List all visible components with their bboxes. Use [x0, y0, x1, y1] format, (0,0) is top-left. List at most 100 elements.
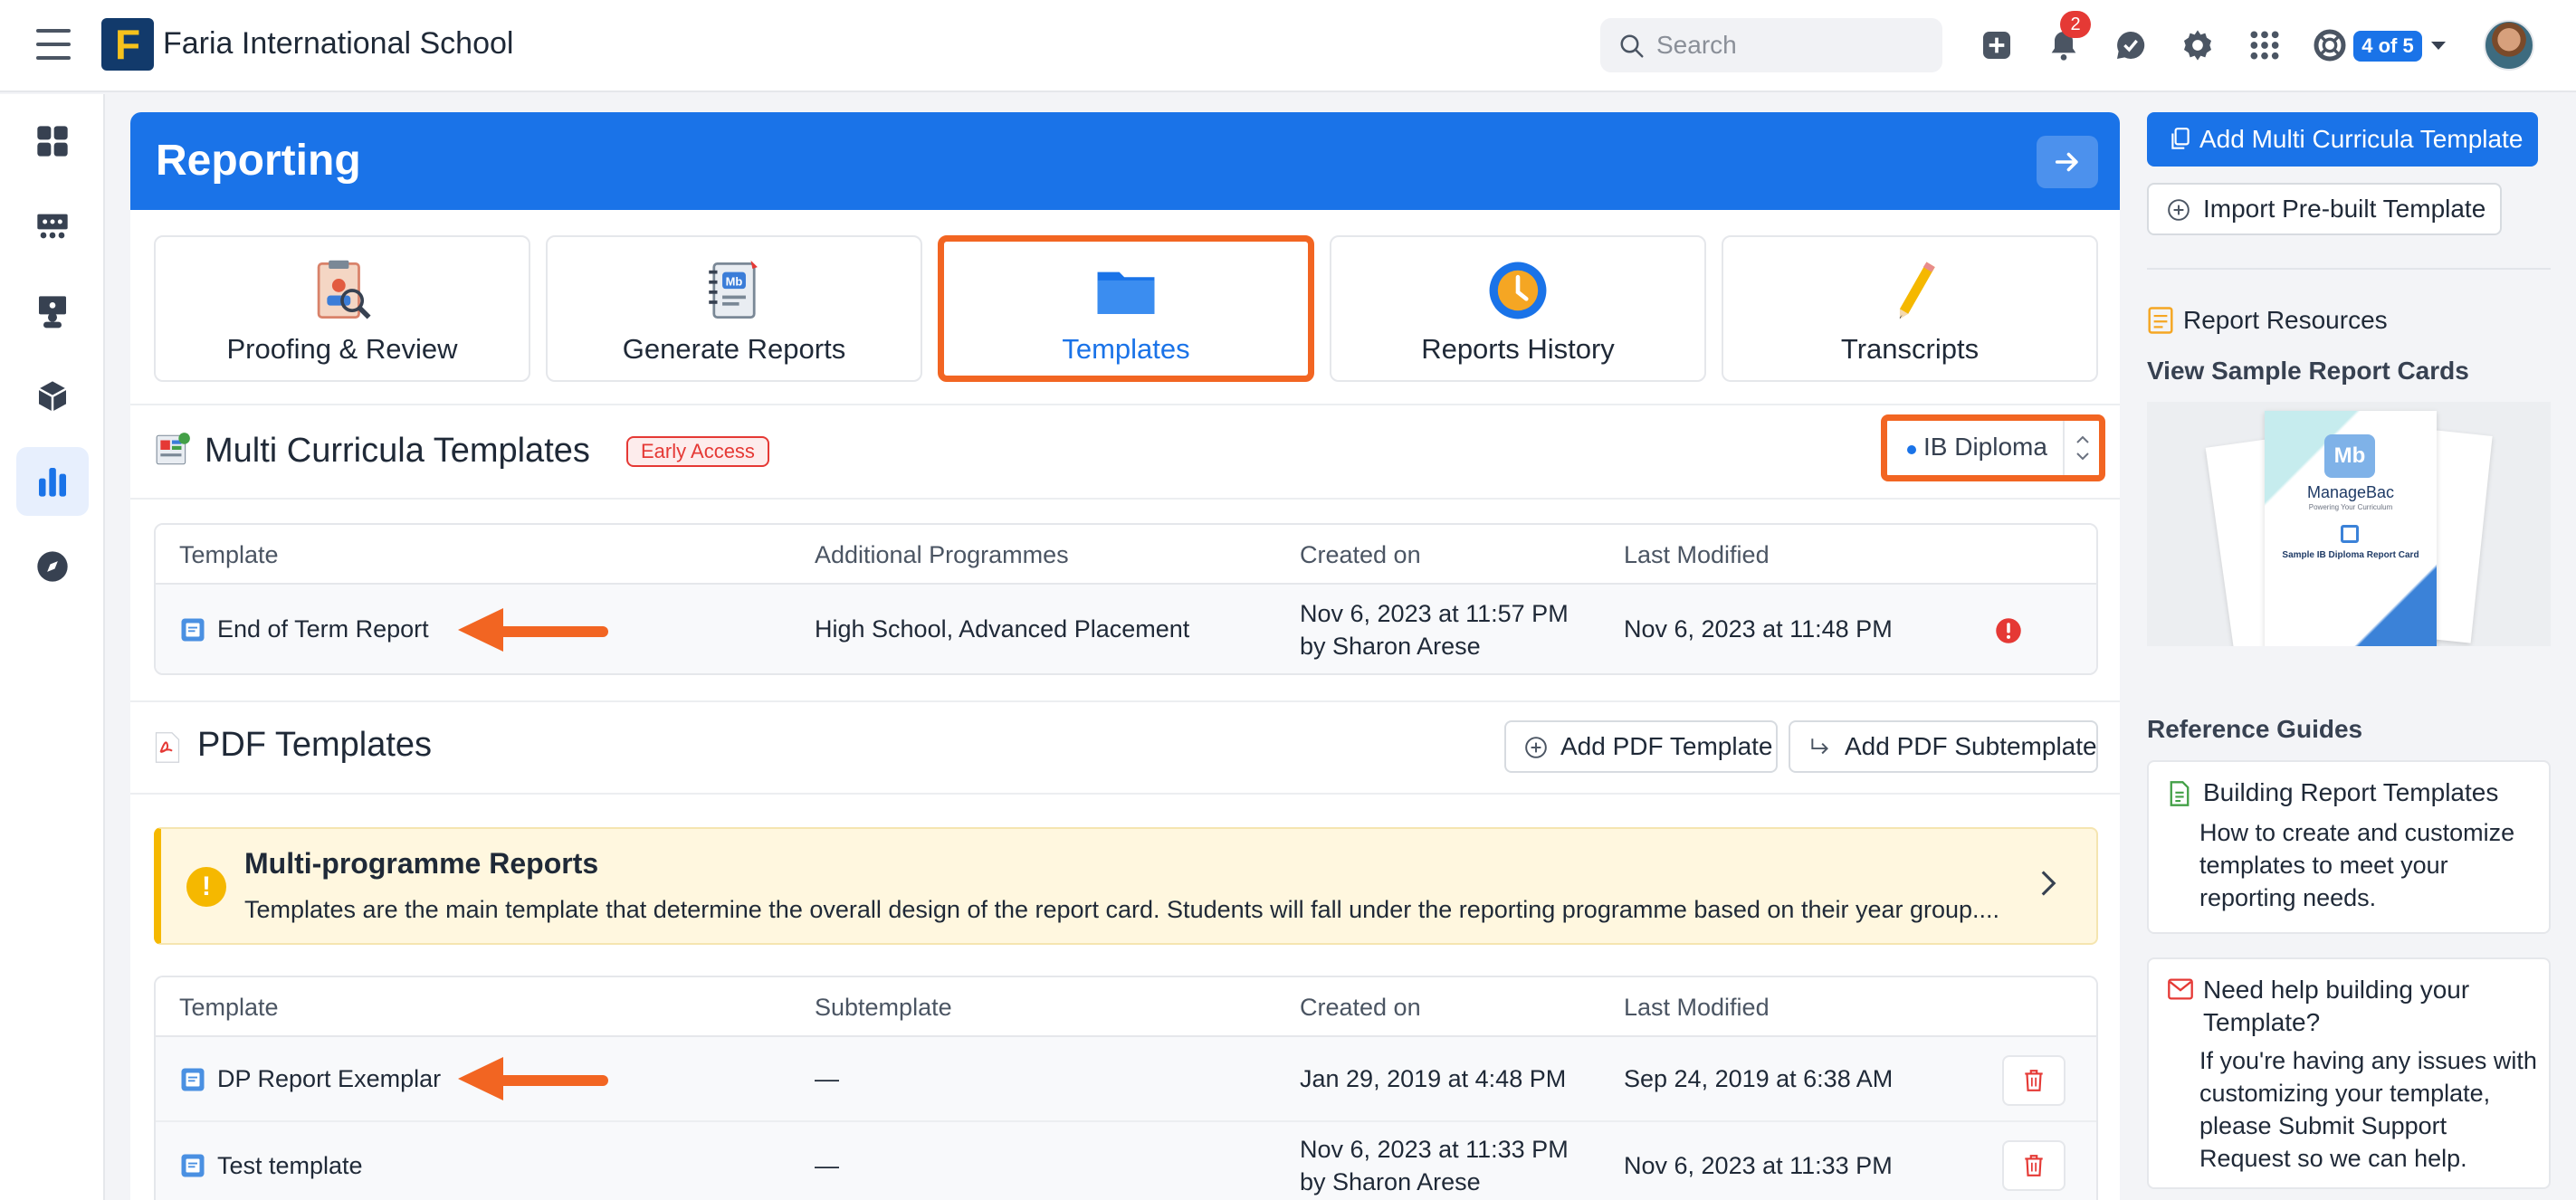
- school-switcher[interactable]: 4 of 5: [2353, 31, 2422, 62]
- guide-description: How to create and customize templates to…: [2199, 819, 2515, 911]
- multi-curricula-table: Template Additional Programmes Created o…: [154, 523, 2098, 675]
- nav-explore[interactable]: [16, 532, 89, 601]
- svg-text:Mb: Mb: [726, 274, 743, 288]
- tab-templates[interactable]: Templates: [938, 235, 1314, 382]
- search-box[interactable]: [1600, 18, 1942, 72]
- created-by: by Sharon Arese: [1300, 1168, 1481, 1195]
- template-name[interactable]: DP Report Exemplar: [217, 1062, 441, 1095]
- search-icon: [1620, 34, 1644, 58]
- alert-title: Multi-programme Reports: [244, 847, 599, 880]
- nav-teaching[interactable]: [16, 277, 89, 346]
- alert-body: Templates are the main template that det…: [244, 896, 2000, 923]
- preview-caption: Sample IB Diploma Report Card: [2282, 550, 2419, 560]
- avatar[interactable]: [2484, 20, 2534, 71]
- button-label: Add PDF Template: [1560, 732, 1773, 760]
- last-modified: Sep 24, 2019 at 6:38 AM: [1624, 1065, 1894, 1092]
- add-multi-curricula-template-button[interactable]: Add Multi Curricula Template: [2147, 112, 2538, 167]
- reference-guides-title: Reference Guides: [2147, 715, 2363, 743]
- tab-proofing-review[interactable]: Proofing & Review: [154, 235, 530, 382]
- arrow-right-icon: [2055, 152, 2078, 172]
- right-sidebar: Add Multi Curricula Template Import Pre-…: [2147, 112, 2551, 1200]
- sample-report-preview[interactable]: Mb ManageBac Powering Your Curriculum Sa…: [2147, 402, 2551, 646]
- column-header: Additional Programmes: [815, 541, 1069, 568]
- tab-label: Templates: [1062, 333, 1190, 365]
- created-on: Nov 6, 2023 at 11:33 PM: [1300, 1136, 1569, 1163]
- column-header: Last Modified: [1624, 994, 1770, 1021]
- preview-cover: Mb ManageBac Powering Your Curriculum Sa…: [2265, 411, 2437, 646]
- reporting-tabs: Proofing & Review Mb Generate Reports Te…: [154, 235, 2098, 382]
- plus-circle-icon: [1525, 737, 1547, 758]
- tab-reports-history[interactable]: Reports History: [1330, 235, 1706, 382]
- nav-dashboard[interactable]: [16, 107, 89, 176]
- nav-reporting[interactable]: [16, 447, 89, 516]
- guide-title: Building Report Templates: [2203, 778, 2499, 806]
- multi-programme-alert[interactable]: ! Multi-programme Reports Templates are …: [154, 827, 2098, 945]
- warning-icon: !: [186, 867, 226, 907]
- template-name[interactable]: Test template: [217, 1149, 363, 1182]
- menu-icon[interactable]: [36, 29, 71, 60]
- delete-button[interactable]: [2002, 1140, 2066, 1191]
- expand-button[interactable]: [2037, 136, 2098, 188]
- clock-icon: [1489, 262, 1547, 319]
- top-bar: F Faria International School 2 4 of 5: [0, 0, 2576, 92]
- tab-generate-reports[interactable]: Mb Generate Reports: [546, 235, 922, 382]
- template-doc-icon: [181, 618, 205, 642]
- arrow-annotation-icon: [458, 608, 608, 652]
- programme-select-value: IB Diploma: [1923, 433, 2047, 461]
- school-name[interactable]: Faria International School: [163, 26, 513, 62]
- column-header: Subtemplate: [815, 994, 952, 1021]
- view-sample-report-cards-link[interactable]: View Sample Report Cards: [2147, 357, 2469, 386]
- page-title: Reporting: [156, 137, 361, 185]
- table-row[interactable]: End of Term Report High School, Advanced…: [156, 585, 2096, 673]
- chevron-updown-icon: [2076, 435, 2089, 461]
- add-icon[interactable]: [1979, 27, 2015, 63]
- gear-icon[interactable]: [2180, 27, 2216, 63]
- column-header: Created on: [1300, 994, 1421, 1021]
- nav-classes[interactable]: [16, 192, 89, 261]
- preview-tagline: Powering Your Curriculum: [2308, 503, 2393, 511]
- table-row[interactable]: Test template — Nov 6, 2023 at 11:33 PM …: [156, 1122, 2096, 1200]
- plus-circle-icon: [2168, 199, 2190, 221]
- delete-button[interactable]: [2002, 1055, 2066, 1106]
- lifebuoy-icon[interactable]: [2312, 27, 2348, 63]
- chat-icon[interactable]: [2113, 27, 2149, 63]
- add-pdf-template-button[interactable]: Add PDF Template: [1504, 720, 1778, 773]
- programme-select[interactable]: IB Diploma: [1881, 414, 2105, 481]
- table-header: Template Additional Programmes Created o…: [156, 525, 2096, 585]
- guide-title: Need help building your Template?: [2203, 976, 2470, 1036]
- trash-icon: [2025, 1155, 2043, 1176]
- button-label: Add Multi Curricula Template: [2199, 125, 2524, 153]
- template-doc-icon: [181, 1154, 205, 1177]
- guide-need-help[interactable]: Need help building your Template? If you…: [2147, 957, 2551, 1189]
- pencil-icon: [1899, 262, 1935, 319]
- tab-label: Proofing & Review: [226, 333, 458, 365]
- nav-resources[interactable]: [16, 362, 89, 431]
- created-on: Nov 6, 2023 at 11:57 PM: [1300, 600, 1569, 627]
- multi-curricula-icon: [156, 433, 190, 465]
- apps-grid-icon[interactable]: [2247, 27, 2283, 63]
- select-stepper[interactable]: [2063, 421, 2099, 475]
- guide-building-report-templates[interactable]: Building Report Templates How to create …: [2147, 760, 2551, 934]
- column-header: Template: [179, 994, 279, 1021]
- chevron-right-icon[interactable]: [2035, 865, 2062, 901]
- last-modified: Nov 6, 2023 at 11:33 PM: [1624, 1152, 1893, 1179]
- dashboard-icon: [37, 126, 68, 157]
- add-pdf-subtemplate-button[interactable]: Add PDF Subtemplate: [1789, 720, 2098, 773]
- template-name[interactable]: End of Term Report: [217, 613, 429, 645]
- cube-icon: [38, 381, 67, 412]
- column-header: Created on: [1300, 541, 1421, 568]
- guide-description: If you're having any issues with customi…: [2199, 1047, 2537, 1172]
- created-on: Jan 29, 2019 at 4:48 PM: [1300, 1065, 1567, 1092]
- school-logo[interactable]: F: [101, 18, 154, 71]
- import-prebuilt-template-button[interactable]: Import Pre-built Template: [2147, 183, 2502, 235]
- table-row[interactable]: DP Report Exemplar — Jan 29, 2019 at 4:4…: [156, 1037, 2096, 1122]
- tab-label: Transcripts: [1840, 333, 1980, 365]
- last-modified: Nov 6, 2023 at 11:48 PM: [1624, 615, 1893, 643]
- search-input[interactable]: [1656, 27, 1928, 63]
- tab-transcripts[interactable]: Transcripts: [1722, 235, 2098, 382]
- classes-icon: [37, 214, 68, 239]
- created-by: by Sharon Arese: [1300, 633, 1481, 660]
- bar-chart-icon: [39, 468, 66, 497]
- chevron-down-icon[interactable]: [2431, 42, 2446, 50]
- error-icon[interactable]: [1995, 617, 2022, 644]
